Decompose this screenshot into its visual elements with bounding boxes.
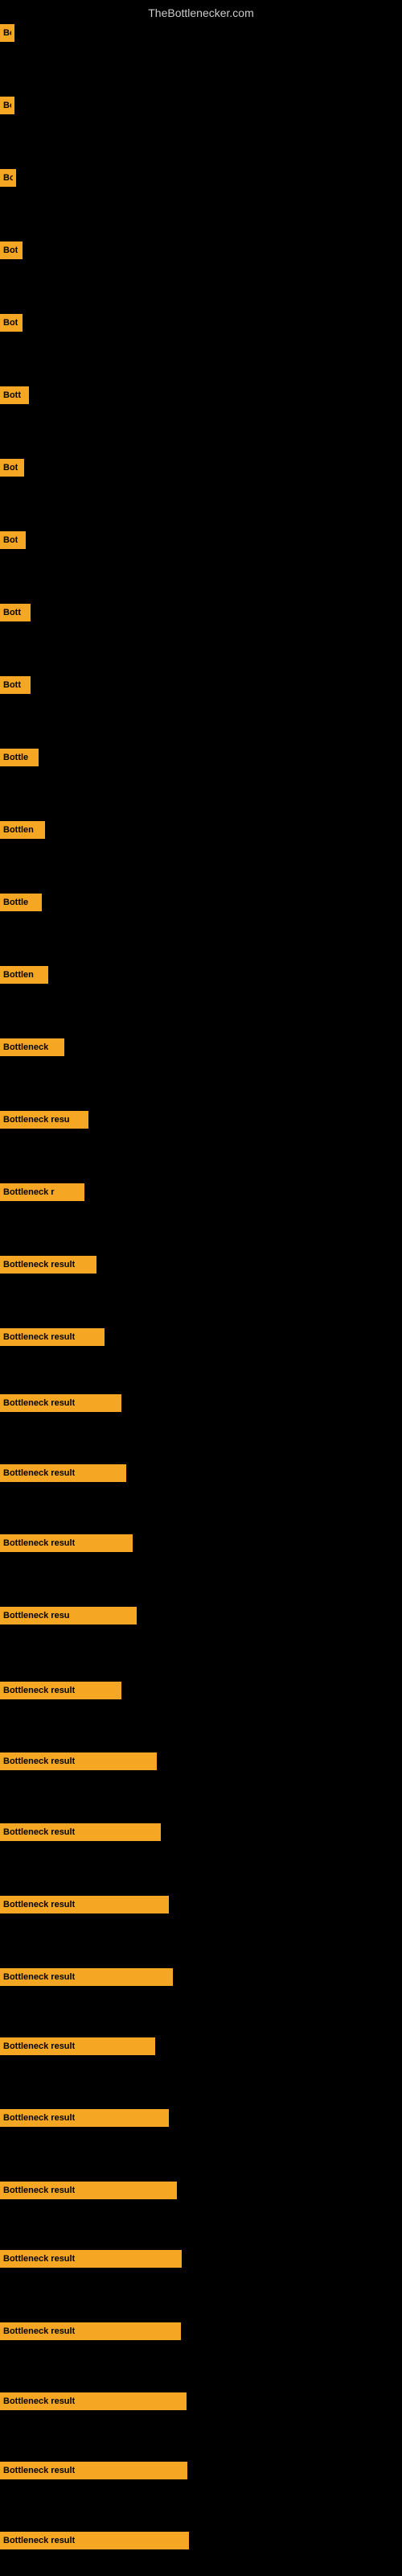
bar-item: Bottleneck resu bbox=[0, 1111, 88, 1129]
bar-item: Bot bbox=[0, 314, 23, 332]
bar-item: Bo bbox=[0, 169, 16, 187]
bar-label: Bottleneck result bbox=[3, 2186, 75, 2195]
bar-label: Bottleneck result bbox=[3, 2113, 75, 2123]
bar-label: Bottleneck result bbox=[3, 1468, 75, 1478]
bar-label: Bottleneck result bbox=[3, 1827, 75, 1837]
bar-label: Bo bbox=[3, 28, 11, 38]
bar-label: Bot bbox=[3, 318, 18, 328]
bar-label: Bott bbox=[3, 608, 21, 617]
bar-item: Bottleneck result bbox=[0, 1682, 121, 1699]
bar-label: Bottle bbox=[3, 753, 28, 762]
bar-label: Bo bbox=[3, 173, 13, 183]
bar-item: Bottleneck result bbox=[0, 2462, 187, 2479]
bar-item: Bottleneck result bbox=[0, 1534, 133, 1552]
bar-item: Bott bbox=[0, 604, 31, 621]
bar-item: Bottleneck result bbox=[0, 2037, 155, 2055]
bar-label: Bottleneck result bbox=[3, 1332, 75, 1342]
bar-label: Bottle bbox=[3, 898, 28, 907]
bar-label: Bottleneck result bbox=[3, 1398, 75, 1408]
bar-item: Bottleneck result bbox=[0, 1896, 169, 1913]
bar-label: Bottleneck result bbox=[3, 2466, 75, 2475]
bar-label: Bottleneck result bbox=[3, 1260, 75, 1269]
bar-item: Bottleneck result bbox=[0, 1968, 173, 1986]
bar-item: Bott bbox=[0, 386, 29, 404]
bar-item: Bottleneck result bbox=[0, 2182, 177, 2199]
bar-label: Bottlen bbox=[3, 825, 34, 835]
bar-item: Bottleneck bbox=[0, 1038, 64, 1056]
bar-label: Bottleneck result bbox=[3, 2326, 75, 2336]
bar-item: Bottleneck result bbox=[0, 1823, 161, 1841]
bar-item: Bott bbox=[0, 676, 31, 694]
bar-label: Bott bbox=[3, 390, 21, 400]
bar-item: Bottle bbox=[0, 894, 42, 911]
bar-label: Bottleneck resu bbox=[3, 1611, 70, 1620]
bar-item: Bottleneck result bbox=[0, 2322, 181, 2340]
bar-label: Bottleneck result bbox=[3, 2254, 75, 2264]
bar-label: Bottleneck result bbox=[3, 2041, 75, 2051]
bar-item: Bottleneck result bbox=[0, 1328, 105, 1346]
bar-item: Bot bbox=[0, 459, 24, 477]
bar-label: Bot bbox=[3, 535, 18, 545]
bar-item: Bottleneck result bbox=[0, 1256, 96, 1274]
bar-label: Bottleneck resu bbox=[3, 1115, 70, 1125]
bar-item: Bottlen bbox=[0, 966, 48, 984]
bar-label: Bottleneck result bbox=[3, 2396, 75, 2406]
bar-label: Bottlen bbox=[3, 970, 34, 980]
bar-label: Bottleneck result bbox=[3, 1538, 75, 1548]
bar-item: Bottleneck result bbox=[0, 2250, 182, 2268]
bar-item: Bot bbox=[0, 531, 26, 549]
bar-label: Bottleneck result bbox=[3, 1686, 75, 1695]
bar-item: Bottleneck result bbox=[0, 2109, 169, 2127]
bar-label: Bottleneck result bbox=[3, 1900, 75, 1909]
bar-item: Bottleneck result bbox=[0, 1464, 126, 1482]
bar-item: Bot bbox=[0, 242, 23, 259]
site-title: TheBottlenecker.com bbox=[148, 6, 254, 19]
bar-item: Bottleneck result bbox=[0, 1752, 157, 1770]
bar-label: Bot bbox=[3, 246, 18, 255]
bar-item: Bo bbox=[0, 24, 14, 42]
bar-item: Bottlen bbox=[0, 821, 45, 839]
bar-item: Bottleneck r bbox=[0, 1183, 84, 1201]
bar-item: Bottleneck resu bbox=[0, 1607, 137, 1624]
bar-item: Bottleneck result bbox=[0, 2532, 189, 2549]
bar-label: Bottleneck result bbox=[3, 1972, 75, 1982]
bar-label: Bott bbox=[3, 680, 21, 690]
bar-label: Bottleneck result bbox=[3, 1757, 75, 1766]
bar-label: Bottleneck bbox=[3, 1042, 48, 1052]
bar-item: Bottleneck result bbox=[0, 1394, 121, 1412]
bar-label: Bottleneck result bbox=[3, 2536, 75, 2545]
bar-item: Bo bbox=[0, 97, 14, 114]
bar-label: Bot bbox=[3, 463, 18, 473]
bar-item: Bottle bbox=[0, 749, 39, 766]
bar-item: Bottleneck result bbox=[0, 2392, 187, 2410]
bar-label: Bottleneck r bbox=[3, 1187, 55, 1197]
bar-label: Bo bbox=[3, 101, 11, 110]
